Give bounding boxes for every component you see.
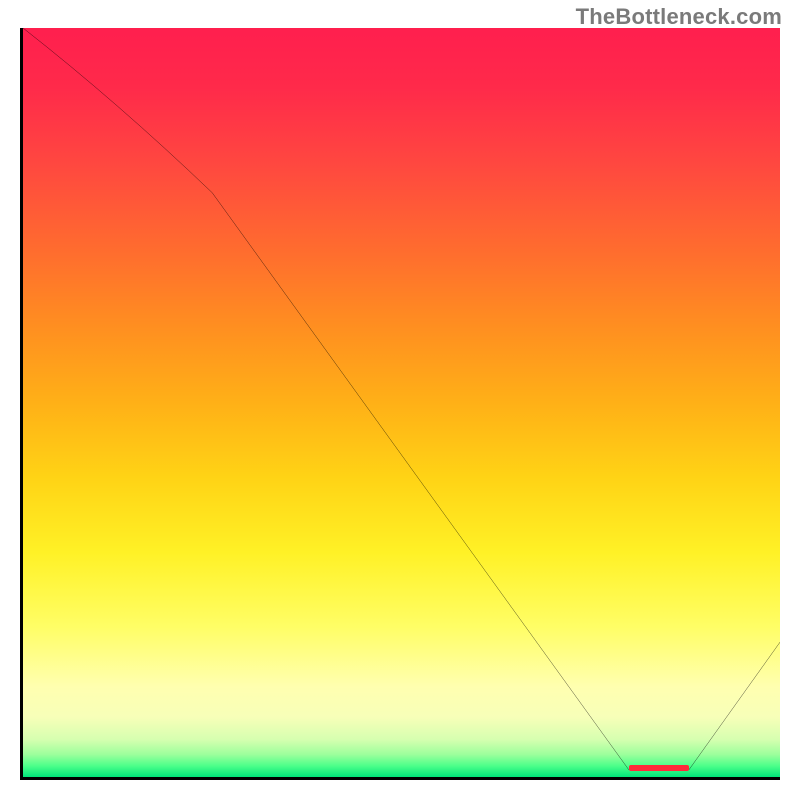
plot-area bbox=[20, 28, 780, 780]
chart-container: TheBottleneck.com bbox=[0, 0, 800, 800]
watermark-text: TheBottleneck.com bbox=[576, 4, 782, 30]
bottleneck-curve bbox=[23, 28, 780, 777]
optimal-range-marker bbox=[629, 765, 690, 771]
